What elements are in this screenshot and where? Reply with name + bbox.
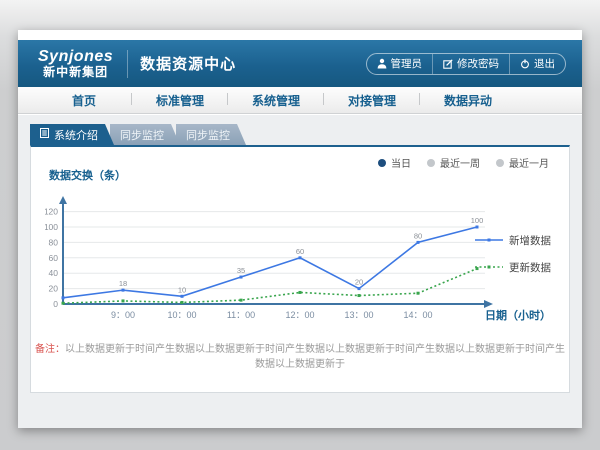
logo-text-cn: 新中新集团 bbox=[38, 66, 113, 79]
admin-user-button[interactable]: 管理员 bbox=[367, 54, 433, 74]
line-sample-icon bbox=[475, 235, 503, 247]
nav-item-data-change[interactable]: 数据异动 bbox=[420, 92, 516, 109]
svg-text:20: 20 bbox=[49, 284, 59, 294]
chart-panel: 当日 最近一周 最近一月 数据交换（条） 0 20 40 60 80 100 120 9：00… bbox=[30, 145, 570, 393]
radio-dot-icon bbox=[378, 159, 386, 167]
series-legend: 新增数据 更新数据 bbox=[475, 233, 551, 275]
logo-text-en: Synjones bbox=[38, 49, 113, 66]
tab-sync-monitor-2[interactable]: 同步监控 bbox=[176, 124, 246, 145]
svg-text:100: 100 bbox=[45, 222, 58, 232]
header-divider bbox=[127, 50, 128, 78]
range-option-last-week-label: 最近一周 bbox=[440, 155, 480, 170]
svg-text:0: 0 bbox=[53, 299, 58, 309]
tab-system-intro[interactable]: 系统介绍 bbox=[30, 124, 114, 145]
content-area: 系统介绍 同步监控 同步监控 当日 最近一周 bbox=[18, 115, 582, 428]
svg-text:14：00: 14：00 bbox=[403, 310, 432, 320]
legend-new-data-label: 新增数据 bbox=[509, 233, 551, 248]
tab-bar: 系统介绍 同步监控 同步监控 bbox=[30, 124, 246, 145]
svg-text:10：00: 10：00 bbox=[167, 310, 196, 320]
range-option-last-month[interactable]: 最近一月 bbox=[496, 155, 549, 170]
admin-user-label: 管理员 bbox=[391, 56, 423, 71]
range-option-today-label: 当日 bbox=[391, 155, 411, 170]
svg-text:11：00: 11：00 bbox=[227, 310, 255, 320]
svg-text:60: 60 bbox=[49, 253, 59, 263]
company-logo: Synjones 新中新集团 bbox=[38, 49, 113, 78]
footnote-prefix: 备注： bbox=[35, 344, 65, 355]
user-toolbar: 管理员 修改密码 退出 bbox=[366, 53, 567, 75]
legend-item-update-data: 更新数据 bbox=[475, 260, 551, 275]
tab-sync-monitor-1[interactable]: 同步监控 bbox=[110, 124, 180, 145]
svg-text:35: 35 bbox=[237, 266, 245, 275]
app-header: Synjones 新中新集团 数据资源中心 管理员 修改密码 bbox=[18, 40, 582, 87]
nav-item-standard-mgmt[interactable]: 标准管理 bbox=[132, 92, 228, 109]
radio-dot-icon bbox=[496, 159, 504, 167]
logout-label: 退出 bbox=[534, 56, 555, 71]
dotted-line-sample-icon bbox=[475, 262, 503, 274]
range-option-last-week[interactable]: 最近一周 bbox=[427, 155, 480, 170]
document-icon bbox=[40, 128, 49, 141]
svg-text:120: 120 bbox=[45, 207, 58, 217]
main-nav: 首页 标准管理 系统管理 对接管理 数据异动 bbox=[18, 87, 582, 114]
nav-item-home[interactable]: 首页 bbox=[36, 92, 132, 109]
legend-item-new-data: 新增数据 bbox=[475, 233, 551, 248]
tab-sync-monitor-2-label: 同步监控 bbox=[186, 127, 230, 143]
svg-text:18: 18 bbox=[119, 279, 127, 288]
logout-button[interactable]: 退出 bbox=[509, 54, 565, 74]
exchange-line-chart: 0 20 40 60 80 100 120 9：00 10：00 11：00 12：00 13：00 1… bbox=[45, 192, 505, 332]
change-password-label: 修改密码 bbox=[457, 56, 499, 71]
page-title: 数据资源中心 bbox=[140, 53, 236, 74]
change-password-button[interactable]: 修改密码 bbox=[432, 54, 509, 74]
edit-icon bbox=[443, 59, 453, 69]
radio-dot-icon bbox=[427, 159, 435, 167]
svg-text:12：00: 12：00 bbox=[285, 310, 314, 320]
nav-item-system-mgmt[interactable]: 系统管理 bbox=[228, 92, 324, 109]
footnote: 备注：以上数据更新于时间产生数据以上数据更新于时间产生数据以上数据更新于时间产生… bbox=[31, 340, 569, 370]
x-axis-title: 日期（小时） bbox=[485, 307, 551, 323]
svg-text:80: 80 bbox=[49, 237, 59, 247]
range-option-today[interactable]: 当日 bbox=[378, 155, 411, 170]
power-icon bbox=[520, 59, 530, 69]
svg-text:40: 40 bbox=[49, 268, 59, 278]
legend-update-data-label: 更新数据 bbox=[509, 260, 551, 275]
svg-text:13：00: 13：00 bbox=[344, 310, 373, 320]
range-option-last-month-label: 最近一月 bbox=[509, 155, 549, 170]
user-icon bbox=[377, 58, 387, 69]
svg-text:10: 10 bbox=[178, 285, 186, 294]
y-axis-title: 数据交换（条） bbox=[49, 167, 126, 183]
app-window: Synjones 新中新集团 数据资源中心 管理员 修改密码 bbox=[18, 30, 582, 428]
nav-item-interface-mgmt[interactable]: 对接管理 bbox=[324, 92, 420, 109]
svg-text:60: 60 bbox=[296, 247, 304, 256]
tab-sync-monitor-1-label: 同步监控 bbox=[120, 127, 164, 143]
footnote-text: 以上数据更新于时间产生数据以上数据更新于时间产生数据以上数据更新于时间产生数据以… bbox=[65, 344, 565, 370]
svg-text:80: 80 bbox=[414, 231, 422, 240]
time-range-selector: 当日 最近一周 最近一月 bbox=[378, 155, 549, 170]
svg-text:9：00: 9：00 bbox=[111, 310, 135, 320]
tab-system-intro-label: 系统介绍 bbox=[54, 127, 98, 143]
svg-text:20: 20 bbox=[355, 278, 363, 287]
svg-text:100: 100 bbox=[471, 216, 484, 225]
